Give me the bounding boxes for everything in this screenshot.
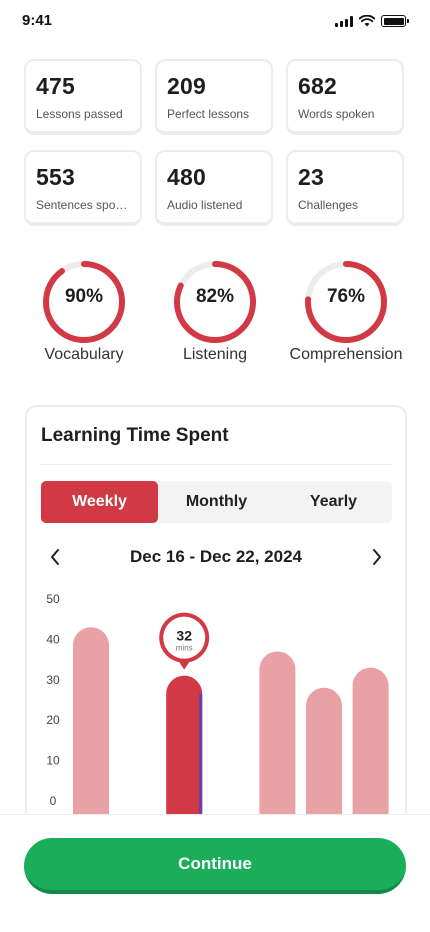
y-tick-label: 20 [46, 713, 60, 727]
stat-card-audio-listened: 480 Audio listened [155, 150, 273, 226]
stat-value: 209 [167, 73, 206, 99]
next-range-button[interactable] [363, 543, 391, 571]
y-tick-label: 40 [46, 632, 60, 646]
status-icons [335, 15, 409, 27]
card-title: Learning Time Spent [41, 425, 229, 446]
stat-label: Perfect lessons [167, 107, 250, 121]
chart-bar[interactable] [306, 687, 342, 825]
ring-percent: 76% [326, 286, 366, 307]
chevron-right-icon [372, 549, 381, 565]
stat-label: Words spoken [298, 107, 375, 121]
cellular-signal-icon [335, 15, 353, 27]
y-tick-label: 50 [46, 592, 60, 606]
stat-value: 682 [298, 73, 337, 99]
y-tick-label: 30 [46, 673, 60, 687]
y-tick-label: 0 [50, 794, 57, 808]
stat-label: Audio listened [167, 198, 243, 212]
tab-yearly[interactable]: Yearly [275, 481, 392, 523]
status-bar: 9:41 [0, 0, 430, 44]
learning-time-card: Learning Time Spent Weekly Monthly Yearl… [25, 405, 407, 825]
stat-card-challenges: 23 Challenges [286, 150, 404, 226]
ring-comprehension: 76% Comprehension [286, 258, 406, 378]
battery-icon [381, 15, 409, 27]
stat-value: 475 [36, 73, 75, 99]
continue-button[interactable]: Continue [24, 838, 406, 894]
stat-value: 480 [167, 164, 206, 190]
stat-label: Sentences spoken [36, 198, 130, 212]
date-range-label: Dec 16 - Dec 22, 2024 [129, 547, 302, 566]
tooltip-unit: mins [176, 644, 193, 653]
wifi-icon [359, 15, 375, 27]
tab-monthly[interactable]: Monthly [158, 481, 275, 523]
stat-card-perfect-lessons: 209 Perfect lessons [155, 59, 273, 135]
stat-card-sentences-spoken: 553 Sentences spoken [24, 150, 142, 226]
learning-time-bar-chart: 50 40 30 20 10 0 32mins [46, 592, 389, 825]
tab-weekly[interactable]: Weekly [41, 481, 158, 523]
chevron-left-icon [51, 549, 59, 565]
status-time: 9:41 [22, 12, 53, 29]
previous-range-button[interactable] [41, 543, 69, 571]
stat-value: 553 [36, 164, 75, 190]
divider [41, 464, 391, 465]
ring-percent: 82% [195, 286, 235, 307]
chart-bar-highlighted[interactable] [166, 675, 203, 825]
ring-percent: 90% [64, 286, 104, 307]
date-range-row: Dec 16 - Dec 22, 2024 [41, 543, 391, 571]
chart-tooltip: 32mins [159, 612, 210, 670]
ring-label: Comprehension [289, 346, 403, 363]
y-tick-label: 10 [46, 754, 60, 768]
chart-bar[interactable] [73, 627, 109, 825]
chart-bar-edge [199, 693, 203, 823]
ring-vocabulary: 90% Vocabulary [24, 258, 144, 378]
chart-bar[interactable] [352, 667, 389, 825]
stat-value: 23 [298, 164, 324, 190]
chart-bar[interactable] [259, 651, 296, 825]
period-segmented-control: Weekly Monthly Yearly [41, 481, 392, 523]
tooltip-value: 32 [176, 628, 192, 644]
stat-label: Lessons passed [36, 107, 123, 121]
stat-card-words-spoken: 682 Words spoken [286, 59, 404, 135]
stat-card-lessons-passed: 475 Lessons passed [24, 59, 142, 135]
ring-listening: 82% Listening [155, 258, 275, 378]
stat-label: Challenges [298, 198, 359, 212]
